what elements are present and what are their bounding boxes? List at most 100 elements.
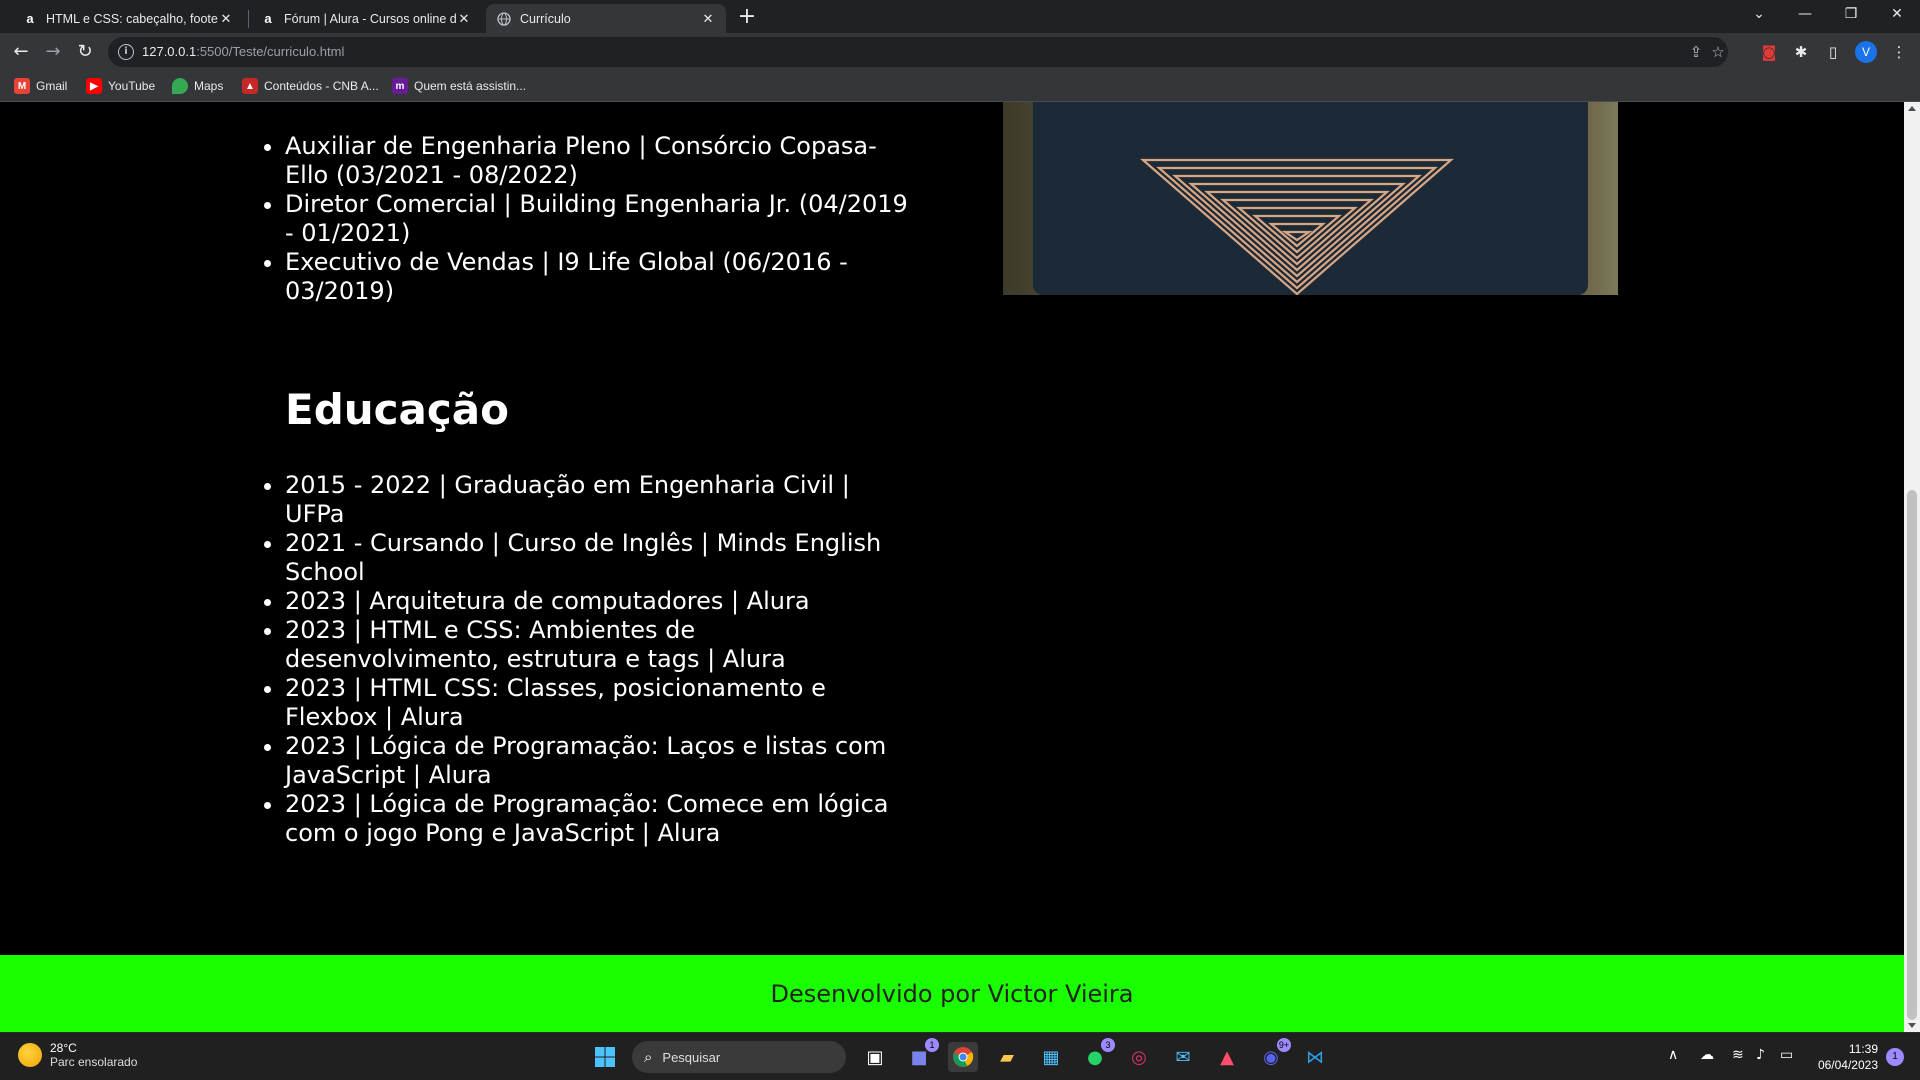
bookmark-label: Conteúdos - CNB A... — [264, 79, 379, 93]
pocket-extension-icon[interactable]: ◙ — [1758, 41, 1780, 63]
chrome-icon[interactable] — [948, 1042, 978, 1072]
list-item: 2023 | Arquitetura de computadores | Alu… — [285, 587, 910, 616]
list-item: 2023 | HTML CSS: Classes, posicionamento… — [285, 674, 910, 732]
tab-curriculo[interactable]: Currículo ✕ — [486, 4, 726, 33]
discord-icon[interactable]: ◉ 9+ — [1256, 1038, 1291, 1072]
clock-time: 11:39 — [1848, 1042, 1878, 1056]
url-text: 127.0.0.1:5500/Teste/curriculo.html — [142, 44, 345, 59]
bookmark-star-icon[interactable]: ☆ — [1708, 42, 1728, 62]
windows-taskbar: 28°C Parc ensolarado ⌕ Pesquisar ▣ ■ 1 ▰ … — [0, 1032, 1920, 1080]
discord-badge: 9+ — [1277, 1038, 1291, 1052]
battery-icon[interactable]: ▭ — [1780, 1047, 1793, 1063]
weather-widget[interactable]: 28°C Parc ensolarado — [18, 1041, 137, 1069]
bookmark-label: Maps — [194, 79, 224, 93]
minimize-button[interactable]: — — [1782, 0, 1828, 28]
bookmark-quem-esta-assistindo[interactable]: m Quem está assistin... — [392, 78, 526, 94]
restore-button[interactable]: ❐ — [1828, 0, 1874, 28]
bookmark-gmail[interactable]: M Gmail — [14, 78, 67, 94]
page-scrollbar[interactable] — [1904, 102, 1920, 1032]
whatsapp-badge: 3 — [1101, 1038, 1115, 1052]
teams-chat-icon[interactable]: ■ 1 — [904, 1038, 939, 1072]
education-list: 2015 - 2022 | Graduação em Engenharia Ci… — [285, 471, 910, 848]
list-item: 2021 - Cursando | Curso de Inglês | Mind… — [285, 529, 910, 587]
address-bar[interactable]: i 127.0.0.1:5500/Teste/curriculo.html ⇪ … — [108, 37, 1728, 67]
list-item: Diretor Comercial | Building Engenharia … — [285, 190, 910, 248]
weather-sun-icon — [18, 1043, 42, 1067]
info-icon[interactable]: i — [118, 44, 134, 60]
tab-title: HTML e CSS: cabeçalho, footer e — [46, 11, 218, 26]
tray-chevron-icon[interactable]: ∧ — [1668, 1047, 1678, 1063]
extensions-icon[interactable]: ✱ — [1790, 41, 1812, 63]
shirt-triangle-graphic — [1140, 158, 1454, 295]
arc-icon[interactable]: ▲ — [1212, 1042, 1242, 1072]
list-item: 2023 | HTML e CSS: Ambientes de desenvol… — [285, 616, 910, 674]
whatsapp-icon[interactable]: ● 3 — [1080, 1038, 1115, 1072]
clock[interactable]: 11:39 06/04/2023 — [1810, 1041, 1878, 1073]
reload-button[interactable]: ↻ — [73, 40, 97, 64]
list-item: 2015 - 2022 | Graduação em Engenharia Ci… — [285, 471, 910, 529]
bookmark-maps[interactable]: Maps — [172, 78, 223, 94]
scroll-up-arrow[interactable] — [1908, 106, 1916, 111]
alura-icon: a — [26, 11, 34, 26]
weather-description: Parc ensolarado — [50, 1055, 138, 1069]
bookmark-label: YouTube — [108, 79, 156, 93]
vscode-icon[interactable]: ⋈ — [1300, 1042, 1330, 1072]
instagram-icon[interactable]: ◎ — [1124, 1042, 1154, 1072]
close-window-button[interactable]: ✕ — [1874, 0, 1920, 28]
back-button[interactable]: ← — [9, 40, 33, 64]
volume-icon[interactable]: ♪ — [1756, 1047, 1765, 1063]
start-icon[interactable] — [590, 1042, 620, 1072]
scrollbar-thumb[interactable] — [1907, 490, 1917, 1020]
taskbar-search[interactable]: ⌕ Pesquisar — [632, 1041, 846, 1073]
menu-icon[interactable]: ⋮ — [1888, 41, 1910, 63]
share-icon[interactable]: ⇪ — [1686, 42, 1706, 62]
browser-toolbar: ← → ↻ i 127.0.0.1:5500/Teste/curriculo.h… — [0, 33, 1920, 71]
weather-temperature: 28°C — [50, 1041, 77, 1055]
bookmarks-bar: M Gmail ▶ YouTube Maps ▲ Conteúdos - CNB… — [0, 71, 1920, 102]
page-footer: Desenvolvido por Victor Vieira — [0, 955, 1904, 1032]
experience-list: Auxiliar de Engenharia Pleno | Consórcio… — [285, 132, 910, 306]
tab-forum[interactable]: a Fórum | Alura - Cursos online de ✕ — [250, 4, 482, 33]
page-viewport: Auxiliar de Engenharia Pleno | Consórcio… — [0, 102, 1904, 1032]
list-item: Executivo de Vendas | I9 Life Global (06… — [285, 248, 910, 306]
bookmark-youtube[interactable]: ▶ YouTube — [86, 78, 155, 94]
search-placeholder: Pesquisar — [662, 1049, 721, 1065]
globe-icon — [496, 11, 512, 27]
footer-text: Desenvolvido por Victor Vieira — [770, 979, 1134, 1008]
microsoft-store-icon[interactable]: ▦ — [1036, 1042, 1066, 1072]
clock-date: 06/04/2023 — [1817, 1058, 1878, 1072]
list-item: Auxiliar de Engenharia Pleno | Consórcio… — [285, 132, 910, 190]
alura-icon: a — [264, 11, 272, 26]
close-icon[interactable]: ✕ — [700, 11, 716, 27]
list-item: 2023 | Lógica de Programação: Comece em … — [285, 790, 910, 848]
forward-button[interactable]: → — [41, 40, 65, 64]
tab-html-css[interactable]: a HTML e CSS: cabeçalho, footer e ✕ — [12, 4, 244, 33]
scroll-down-arrow[interactable] — [1908, 1023, 1916, 1028]
search-icon: ⌕ — [644, 1048, 653, 1066]
file-explorer-icon[interactable]: ▰ — [992, 1042, 1022, 1072]
new-tab-button[interactable]: + — [735, 5, 759, 29]
list-item: 2023 | Lógica de Programação: Laços e li… — [285, 732, 910, 790]
m-icon: m — [392, 78, 408, 94]
bookmark-cnb[interactable]: ▲ Conteúdos - CNB A... — [242, 78, 379, 94]
cnb-icon: ▲ — [242, 78, 258, 94]
mail-icon[interactable]: ✉ — [1168, 1042, 1198, 1072]
tab-search-icon[interactable]: ⌄ — [1736, 0, 1782, 28]
tab-bar: a HTML e CSS: cabeçalho, footer e ✕ a Fó… — [0, 0, 1920, 33]
close-icon[interactable]: ✕ — [218, 11, 234, 27]
notification-badge[interactable]: 1 — [1886, 1048, 1904, 1066]
tab-title: Currículo — [520, 11, 571, 26]
profile-avatar[interactable]: V — [1855, 41, 1877, 63]
side-panel-icon[interactable]: ▯ — [1822, 41, 1844, 63]
onedrive-icon[interactable]: ☁ — [1700, 1047, 1714, 1063]
profile-photo — [1003, 102, 1618, 295]
bookmark-label: Gmail — [36, 79, 68, 93]
gmail-icon: M — [14, 78, 30, 94]
close-icon[interactable]: ✕ — [456, 11, 472, 27]
education-title: Educação — [285, 385, 509, 434]
tab-separator — [248, 10, 249, 28]
youtube-icon: ▶ — [86, 78, 102, 94]
bookmark-label: Quem está assistin... — [414, 79, 527, 93]
task-view-icon[interactable]: ▣ — [860, 1042, 890, 1072]
wifi-icon[interactable]: ≋ — [1732, 1047, 1744, 1063]
